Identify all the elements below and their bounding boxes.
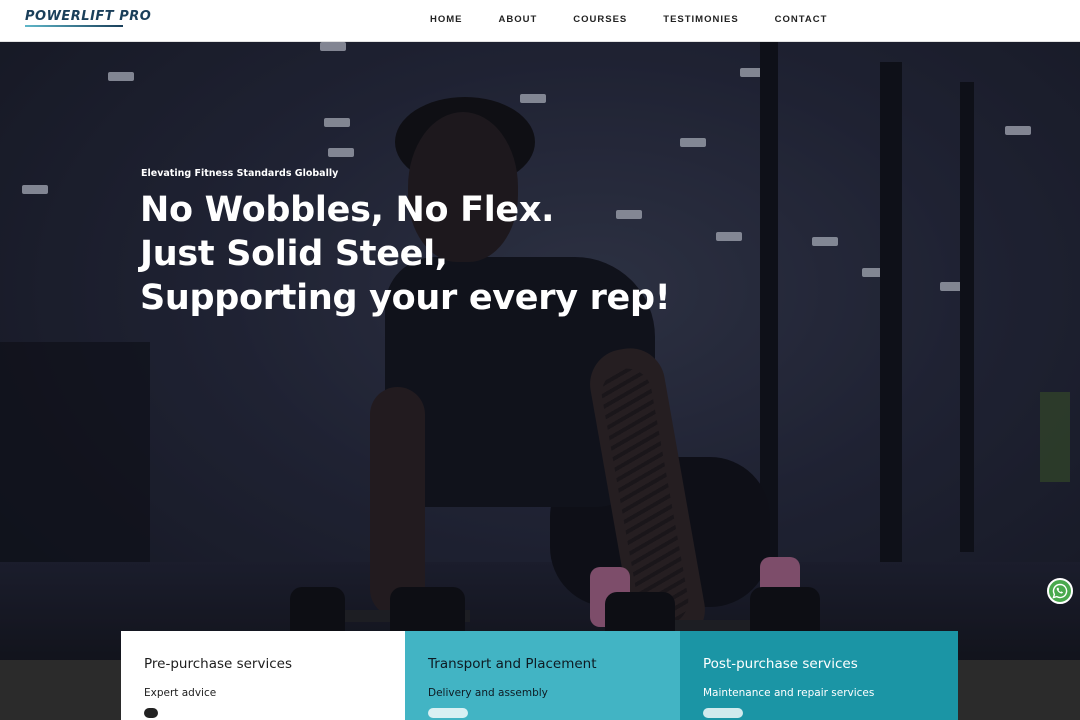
service-card-transport[interactable]: Transport and Placement Delivery and ass… (405, 631, 680, 720)
nav-contact[interactable]: CONTACT (775, 14, 828, 26)
service-icon (144, 708, 158, 718)
service-icon (703, 708, 743, 718)
hero-title: No Wobbles, No Flex. Just Solid Steel, S… (140, 188, 671, 320)
hero-title-line: No Wobbles, No Flex. (140, 190, 555, 230)
whatsapp-icon (1052, 583, 1068, 599)
service-title: Pre-purchase services (144, 656, 292, 672)
service-title: Transport and Placement (428, 656, 597, 672)
nav-courses[interactable]: COURSES (573, 14, 627, 26)
service-subtitle: Maintenance and repair services (703, 687, 875, 699)
services-strip: Pre-purchase services Expert advice Tran… (121, 631, 958, 720)
main-nav: HOME ABOUT COURSES TESTIMONIES CONTACT (430, 14, 863, 26)
hero-overlay (0, 42, 1080, 660)
hero-title-line: Supporting your every rep! (140, 278, 671, 318)
service-icon (428, 708, 468, 718)
logo-underline (25, 25, 123, 27)
site-header: POWERLIFT PRO HOME ABOUT COURSES TESTIMO… (0, 0, 1080, 42)
brand-logo[interactable]: POWERLIFT PRO (25, 10, 151, 27)
service-subtitle: Expert advice (144, 687, 217, 699)
service-title: Post-purchase services (703, 656, 858, 672)
nav-testimonies[interactable]: TESTIMONIES (663, 14, 738, 26)
hero-tagline: Elevating Fitness Standards Globally (141, 168, 339, 179)
brand-name: POWERLIFT PRO (25, 9, 152, 24)
service-subtitle: Delivery and assembly (428, 687, 548, 699)
nav-home[interactable]: HOME (430, 14, 463, 26)
hero-section: Elevating Fitness Standards Globally No … (0, 42, 1080, 660)
service-card-post-purchase[interactable]: Post-purchase services Maintenance and r… (680, 631, 958, 720)
hero-title-line: Just Solid Steel, (140, 234, 448, 274)
service-card-pre-purchase[interactable]: Pre-purchase services Expert advice (121, 631, 405, 720)
whatsapp-button[interactable] (1047, 578, 1073, 604)
nav-about[interactable]: ABOUT (499, 14, 538, 26)
